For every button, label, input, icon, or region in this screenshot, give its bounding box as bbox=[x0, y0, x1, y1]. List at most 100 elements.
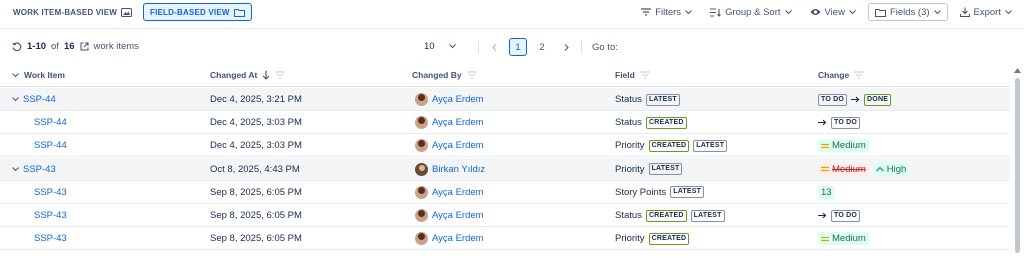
scroll-up-icon[interactable] bbox=[1014, 68, 1021, 73]
group-sort-label: Group & Sort bbox=[725, 6, 781, 18]
table-row[interactable]: SSP-43 Oct 8, 2025, 4:43 PM Birkan Yıldız P… bbox=[0, 157, 1010, 181]
work-item-link[interactable]: SSP-44 bbox=[34, 117, 67, 128]
avatar bbox=[415, 93, 428, 106]
chevron-down-icon[interactable] bbox=[12, 72, 19, 78]
chevron-down-icon bbox=[849, 9, 856, 15]
change-cell: Medium bbox=[818, 134, 869, 157]
pagination-bar: 1-10 of 16 work items 10 1 2 Go to: bbox=[0, 36, 1024, 60]
export-button[interactable]: Export bbox=[954, 3, 1018, 21]
changed-at-cell: Dec 4, 2025, 3:21 PM bbox=[210, 94, 302, 105]
next-page-button[interactable] bbox=[557, 38, 575, 56]
column-work-item[interactable]: Work Item bbox=[12, 70, 65, 80]
toolbar-divider bbox=[0, 28, 1024, 29]
column-label: Change bbox=[818, 70, 850, 80]
work-item-link[interactable]: SSP-43 bbox=[34, 233, 67, 244]
chevron-down-icon bbox=[685, 9, 692, 15]
table-row[interactable]: SSP-43 Sep 8, 2025, 6:05 PM Ayça Erdem Prio… bbox=[0, 227, 1010, 251]
priority-high-icon bbox=[875, 166, 884, 172]
work-item-cell: SSP-44 bbox=[12, 88, 56, 111]
chevron-right-icon bbox=[564, 43, 569, 51]
image-icon bbox=[121, 7, 132, 17]
priority-to: Medium bbox=[818, 139, 869, 153]
work-item-link[interactable]: SSP-43 bbox=[23, 164, 56, 175]
work-item-cell: SSP-44 bbox=[34, 134, 67, 157]
changed-at-cell: Dec 4, 2025, 3:03 PM bbox=[210, 140, 302, 152]
of-text: of bbox=[51, 41, 59, 52]
changed-at-cell: Dec 4, 2025, 3:03 PM bbox=[210, 117, 302, 129]
avatar bbox=[415, 232, 428, 246]
page-1-button[interactable]: 1 bbox=[509, 38, 527, 56]
toolbar: WORK ITEM-BASED VIEW FIELD-BASED VIEW Fi… bbox=[0, 0, 1024, 26]
status-from: TO DO bbox=[818, 93, 848, 106]
work-item-link[interactable]: SSP-44 bbox=[23, 94, 56, 105]
prev-page-button[interactable] bbox=[485, 38, 503, 56]
pager-divider bbox=[581, 40, 582, 54]
total-text: 16 bbox=[63, 41, 75, 52]
filter-icon[interactable] bbox=[854, 71, 865, 79]
chevron-left-icon bbox=[491, 43, 497, 51]
page-2-button[interactable]: 2 bbox=[533, 38, 551, 56]
priority-to-label: Medium bbox=[832, 233, 866, 245]
table-row[interactable]: SSP-43 Sep 8, 2025, 6:05 PM Ayça Erdem Stor… bbox=[0, 181, 1010, 204]
user-link[interactable]: Ayça Erdem bbox=[432, 140, 484, 151]
folder-icon bbox=[874, 8, 886, 17]
work-item-link[interactable]: SSP-44 bbox=[34, 140, 67, 151]
filter-icon[interactable] bbox=[639, 71, 650, 79]
pager-divider bbox=[478, 40, 479, 54]
priority-medium-icon bbox=[821, 236, 829, 242]
changed-by-cell: Ayça Erdem bbox=[415, 88, 484, 111]
work-item-link[interactable]: SSP-43 bbox=[34, 187, 67, 198]
filter-icon[interactable] bbox=[466, 71, 477, 79]
chevron-down-icon[interactable] bbox=[12, 166, 19, 172]
filters-button[interactable]: Filters bbox=[635, 3, 698, 21]
column-field[interactable]: Field bbox=[615, 70, 650, 80]
change-cell: Medium High bbox=[818, 158, 910, 181]
field-tag: LATEST bbox=[693, 139, 728, 152]
field-cell: Story Points LATEST bbox=[615, 181, 705, 204]
user-link[interactable]: Ayça Erdem bbox=[432, 233, 484, 244]
column-changed-by[interactable]: Changed By bbox=[412, 70, 477, 80]
filter-icon[interactable] bbox=[275, 71, 286, 79]
priority-to-label: High bbox=[886, 163, 907, 175]
change-cell: TO DO bbox=[818, 111, 861, 134]
table-row[interactable]: SSP-44 Dec 4, 2025, 3:21 PM Ayça Erdem Stat… bbox=[0, 88, 1010, 111]
priority-medium-icon bbox=[821, 143, 829, 149]
field-cell: Status CREATED LATEST bbox=[615, 204, 725, 227]
column-change[interactable]: Change bbox=[818, 70, 865, 80]
work-item-cell: SSP-43 bbox=[34, 181, 67, 204]
field-tag: CREATED bbox=[648, 232, 690, 245]
table-row[interactable]: SSP-43 Sep 8, 2025, 6:05 PM Ayça Erdem Stat… bbox=[0, 204, 1010, 227]
changed-by-cell: Ayça Erdem bbox=[415, 111, 484, 134]
chevron-down-icon bbox=[1005, 9, 1012, 15]
user-link[interactable]: Ayça Erdem bbox=[432, 94, 484, 105]
chevron-down-icon[interactable] bbox=[12, 97, 19, 102]
priority-medium-icon bbox=[821, 166, 829, 172]
table-row[interactable]: SSP-44 Dec 4, 2025, 3:03 PM Ayça Erdem Stat… bbox=[0, 111, 1010, 135]
chevron-down-icon bbox=[933, 9, 941, 15]
priority-to-label: Medium bbox=[832, 140, 866, 152]
folder-icon bbox=[233, 8, 245, 17]
per-page-select[interactable]: 10 bbox=[424, 41, 456, 52]
fields-label: Fields (3) bbox=[889, 6, 930, 18]
scrollbar-thumb[interactable] bbox=[1015, 78, 1020, 253]
external-link-icon[interactable] bbox=[80, 42, 89, 51]
user-link[interactable]: Birkan Yıldız bbox=[432, 164, 485, 175]
field-based-view-button[interactable]: FIELD-BASED VIEW bbox=[143, 3, 252, 21]
range-text: 1-10 bbox=[27, 41, 47, 52]
fields-button[interactable]: Fields (3) bbox=[867, 3, 948, 21]
table-row[interactable]: SSP-44 Dec 4, 2025, 3:03 PM Ayça Erdem Prio… bbox=[0, 134, 1010, 158]
user-link[interactable]: Ayça Erdem bbox=[432, 117, 484, 128]
field-name: Status bbox=[615, 210, 642, 221]
refresh-icon[interactable] bbox=[12, 42, 22, 52]
user-link[interactable]: Ayça Erdem bbox=[432, 210, 484, 221]
user-link[interactable]: Ayça Erdem bbox=[432, 187, 484, 198]
work-item-link[interactable]: SSP-43 bbox=[34, 210, 67, 221]
column-label: Field bbox=[615, 70, 635, 80]
column-label: Changed At bbox=[210, 70, 258, 80]
sort-descending-icon[interactable] bbox=[262, 70, 270, 80]
vertical-scrollbar[interactable] bbox=[1013, 66, 1022, 258]
work-item-based-view-button[interactable]: WORK ITEM-BASED VIEW bbox=[6, 3, 139, 21]
column-changed-at[interactable]: Changed At bbox=[210, 70, 286, 80]
view-button[interactable]: View bbox=[804, 3, 862, 21]
group-sort-button[interactable]: Group & Sort bbox=[704, 3, 797, 21]
